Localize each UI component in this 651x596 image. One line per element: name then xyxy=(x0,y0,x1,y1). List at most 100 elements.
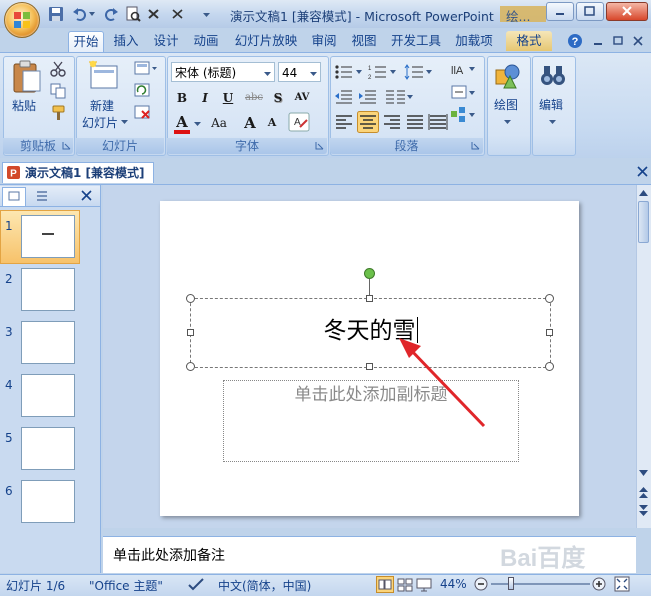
document-tab[interactable]: P 演示文稿1 [兼容模式] xyxy=(2,162,154,183)
tab-slides-view[interactable] xyxy=(2,187,26,206)
layout-icon[interactable] xyxy=(134,61,158,77)
minimize-button[interactable] xyxy=(546,2,574,21)
dialog-launcher-icon[interactable] xyxy=(62,141,71,150)
bullets-icon[interactable] xyxy=(334,63,364,81)
slide-thumbnail-3[interactable] xyxy=(21,321,75,364)
tab-view[interactable]: 视图 xyxy=(348,31,380,51)
editing-button[interactable]: 编辑 xyxy=(534,60,572,136)
resize-handle-w[interactable] xyxy=(187,329,194,336)
pane-close-icon[interactable] xyxy=(81,190,92,201)
delete-slide-icon[interactable] xyxy=(134,105,152,121)
delete-icon[interactable] xyxy=(170,6,186,22)
font-color-button[interactable]: A xyxy=(172,112,204,134)
drawing-button[interactable]: 绘图 xyxy=(489,60,527,136)
scroll-thumb[interactable] xyxy=(638,201,649,243)
bold-button[interactable]: B xyxy=(172,88,192,108)
tab-home[interactable]: 开始 xyxy=(68,31,104,52)
doc-close-icon[interactable] xyxy=(632,35,644,47)
resize-handle-ne[interactable] xyxy=(545,294,554,303)
new-slide-button[interactable]: 新建 幻灯片 xyxy=(80,60,128,132)
change-case-button[interactable]: Aa xyxy=(206,113,232,133)
tab-slideshow[interactable]: 幻灯片放映 xyxy=(232,31,300,51)
text-direction-icon[interactable]: llA xyxy=(450,60,476,80)
reset-icon[interactable] xyxy=(134,83,152,99)
tab-addins[interactable]: 加载项 xyxy=(452,31,496,51)
slide-sorter-icon[interactable] xyxy=(397,577,413,592)
normal-view-button[interactable] xyxy=(376,576,394,593)
print-preview-icon[interactable] xyxy=(125,6,141,22)
office-button[interactable] xyxy=(4,2,40,38)
close-button[interactable] xyxy=(606,2,648,21)
zoom-out-icon[interactable] xyxy=(474,577,488,591)
theme-name[interactable]: "Office 主题" xyxy=(89,577,163,594)
font-size-combo[interactable]: 44 xyxy=(278,62,321,82)
align-text-icon[interactable] xyxy=(450,84,476,102)
slide-thumbnail-5[interactable] xyxy=(21,427,75,470)
redo-icon[interactable] xyxy=(103,6,119,22)
grow-font-button[interactable]: A xyxy=(240,113,260,133)
resize-handle-s[interactable] xyxy=(366,363,373,370)
zoom-in-icon[interactable] xyxy=(592,577,606,591)
numbering-icon[interactable]: 12 xyxy=(368,63,398,81)
columns-icon[interactable] xyxy=(384,88,414,106)
justify-icon[interactable] xyxy=(405,113,425,131)
slideshow-icon[interactable] xyxy=(416,577,432,592)
resize-handle-nw[interactable] xyxy=(186,294,195,303)
undo-dropdown-icon[interactable] xyxy=(88,10,96,18)
tab-insert[interactable]: 插入 xyxy=(110,31,142,51)
restore-button[interactable] xyxy=(576,2,604,21)
increase-indent-icon[interactable] xyxy=(358,88,378,106)
italic-button[interactable]: I xyxy=(195,88,215,108)
ribbon-minimize-icon[interactable] xyxy=(592,35,604,47)
draw-shape-icon[interactable] xyxy=(146,6,162,22)
ribbon-restore-icon[interactable] xyxy=(612,35,624,47)
resize-handle-se[interactable] xyxy=(545,362,554,371)
strikethrough-button[interactable]: abc xyxy=(242,88,266,108)
zoom-level[interactable]: 44% xyxy=(440,577,467,591)
align-center-icon[interactable] xyxy=(357,111,379,133)
slide-thumbnail-4[interactable] xyxy=(21,374,75,417)
slide-thumbnail-6[interactable] xyxy=(21,480,75,523)
dialog-launcher-icon[interactable] xyxy=(315,141,324,150)
tab-developer[interactable]: 开发工具 xyxy=(388,31,444,51)
tab-review[interactable]: 审阅 xyxy=(308,31,340,51)
customize-icon[interactable] xyxy=(202,10,211,19)
next-slide-icon[interactable] xyxy=(638,503,649,517)
zoom-slider-thumb[interactable] xyxy=(508,577,514,590)
resize-handle-sw[interactable] xyxy=(186,362,195,371)
slide-thumbnail-2[interactable] xyxy=(21,268,75,311)
smartart-icon[interactable] xyxy=(450,106,476,124)
tab-format[interactable]: 格式 xyxy=(506,31,552,51)
char-spacing-button[interactable]: AV xyxy=(290,88,314,108)
tab-animation[interactable]: 动画 xyxy=(190,31,222,51)
save-icon[interactable] xyxy=(48,6,64,22)
scroll-up-icon[interactable] xyxy=(638,188,649,198)
shrink-font-button[interactable]: A xyxy=(262,113,282,133)
title-placeholder[interactable]: 冬天的雪 xyxy=(190,298,551,368)
underline-button[interactable]: U xyxy=(218,88,238,108)
format-painter-icon[interactable] xyxy=(50,105,66,121)
document-close-icon[interactable] xyxy=(637,166,648,177)
distributed-icon[interactable] xyxy=(428,113,448,131)
shadow-button[interactable]: S xyxy=(268,88,288,108)
help-icon[interactable]: ? xyxy=(567,33,583,49)
rotation-handle[interactable] xyxy=(364,268,375,279)
resize-handle-e[interactable] xyxy=(546,329,553,336)
clear-format-icon[interactable]: A xyxy=(288,112,310,132)
align-left-icon[interactable] xyxy=(334,113,354,131)
language[interactable]: 中文(简体，中国) xyxy=(218,577,311,594)
cut-icon[interactable] xyxy=(50,61,66,77)
copy-icon[interactable] xyxy=(50,83,66,99)
spell-check-icon[interactable] xyxy=(188,577,204,591)
tab-outline-view[interactable] xyxy=(28,187,56,205)
font-name-combo[interactable]: 宋体 (标题) xyxy=(171,62,275,82)
line-spacing-icon[interactable] xyxy=(404,63,434,81)
zoom-slider-track[interactable] xyxy=(491,583,590,585)
paste-button[interactable]: 粘贴 xyxy=(8,60,46,118)
slide-thumbnail-1[interactable] xyxy=(21,215,75,258)
fit-to-window-icon[interactable] xyxy=(614,576,630,592)
align-right-icon[interactable] xyxy=(382,113,402,131)
undo-icon[interactable] xyxy=(72,6,88,22)
decrease-indent-icon[interactable] xyxy=(334,88,354,106)
resize-handle-n[interactable] xyxy=(366,295,373,302)
